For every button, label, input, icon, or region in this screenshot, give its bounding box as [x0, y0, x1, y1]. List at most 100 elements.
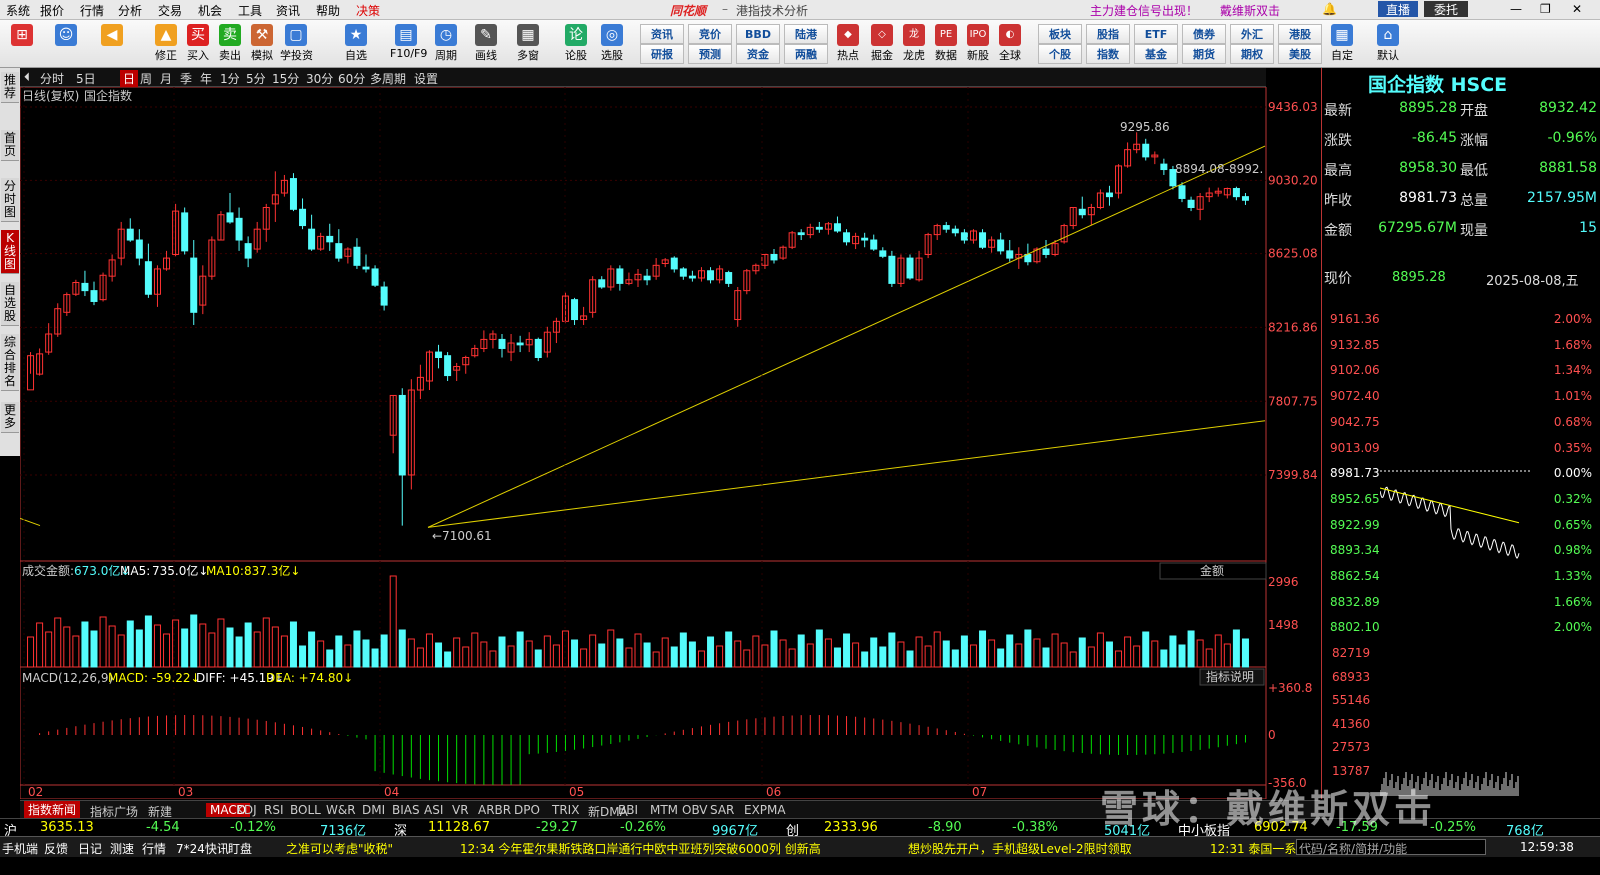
market-0[interactable]: 板块	[1038, 24, 1082, 44]
period-2[interactable]: 日	[120, 70, 139, 87]
menu-item-5[interactable]: 机会	[198, 2, 222, 19]
trendline-0[interactable]	[427, 145, 1266, 528]
toolbar-btn-11[interactable]: ✎ 画线	[470, 22, 502, 66]
live-button[interactable]: 直播	[1378, 1, 1418, 17]
market-10[interactable]: 期权	[1230, 44, 1274, 64]
toolbar-btn-4[interactable]: 买买入	[182, 22, 214, 66]
indicator-tab-10[interactable]: ASI	[424, 803, 443, 817]
left-tab-3[interactable]: K线图	[1, 230, 19, 274]
menu-item-9[interactable]: 决策	[356, 2, 380, 19]
kline-chart[interactable]: 日线(复权) 国企指数 9436.03 9030.20 8625.08 8216.86 78…	[19, 86, 1320, 800]
trendline-1[interactable]	[427, 420, 1266, 528]
status-item-3[interactable]: 测速	[110, 840, 134, 857]
status-item-2[interactable]: 日记	[78, 840, 102, 857]
indicator-tab-13[interactable]: DPO	[514, 803, 540, 817]
ticker-2[interactable]: 12:34 今年霍尔果斯铁路口岸通行中欧中亚班列突破6000列 创新高	[460, 840, 821, 857]
indicator-tab-4[interactable]: KDJ	[236, 803, 257, 817]
left-tab-0[interactable]: 推荐	[1, 72, 19, 103]
indicator-tab-8[interactable]: DMI	[362, 803, 385, 817]
menu-item-2[interactable]: 行情	[80, 2, 104, 19]
restore-icon[interactable]: ❐	[1540, 2, 1551, 16]
market-11[interactable]: 美股	[1278, 44, 1322, 64]
ticker-4[interactable]: 12:31 泰国一系	[1210, 840, 1296, 857]
bell-icon[interactable]: 🔔	[1322, 2, 1337, 16]
market-7[interactable]: 指数	[1086, 44, 1130, 64]
indicator-tab-18[interactable]: OBV	[682, 803, 708, 817]
ticker-3[interactable]: 想炒股先开户，手机超级Level-2限时领取	[908, 840, 1132, 857]
quick-7[interactable]: 两融	[784, 44, 828, 64]
status-item-4[interactable]: 行情	[142, 840, 166, 857]
period-11[interactable]: 60分	[338, 70, 365, 87]
indicator-tab-12[interactable]: ARBR	[478, 803, 511, 817]
minimize-icon[interactable]: —	[1510, 2, 1522, 16]
ticker-1[interactable]: 之准可以考虑"收税"	[286, 840, 393, 857]
quick-2[interactable]: BBD	[736, 24, 780, 44]
quick-4[interactable]: 研报	[640, 44, 684, 64]
period-0[interactable]: 分时	[40, 70, 64, 87]
menu-item-4[interactable]: 交易	[158, 2, 182, 19]
toolbar-right-btn-5[interactable]: ◐ 全球	[994, 22, 1026, 66]
toolbar-right-btn-4[interactable]: IPO 新股	[962, 22, 994, 66]
indicator-tab-20[interactable]: EXPMA	[744, 803, 786, 817]
left-tab-6[interactable]: 更多	[1, 402, 19, 433]
toolbar-btn-14[interactable]: ◎ 选股	[596, 22, 628, 66]
promo-signal[interactable]: 主力建仓信号出现！	[1090, 2, 1198, 19]
toolbar-btn-10[interactable]: ◷ 周期	[430, 22, 462, 66]
quick-1[interactable]: 竞价	[688, 24, 732, 44]
period-7[interactable]: 1分	[220, 70, 240, 87]
period-1[interactable]: 5日	[76, 70, 96, 87]
toolbar-btn-3[interactable]: ▲ 修正	[150, 22, 182, 66]
toolbar-far-btn-0[interactable]: ▦ 自定	[1326, 22, 1358, 66]
market-2[interactable]: ETF	[1134, 24, 1178, 44]
menu-item-7[interactable]: 资讯	[276, 2, 300, 19]
market-3[interactable]: 债券	[1182, 24, 1226, 44]
toolbar-right-btn-3[interactable]: PE 数据	[930, 22, 962, 66]
indicator-tab-5[interactable]: RSI	[264, 803, 284, 817]
period-13[interactable]: 设置	[414, 70, 438, 87]
indicator-tab-0[interactable]: 指数新闻	[24, 801, 81, 818]
status-item-6[interactable]: 盯盘	[228, 840, 252, 857]
toolbar-btn-8[interactable]: ★ 自选	[340, 22, 372, 66]
close-icon[interactable]: ✕	[1572, 2, 1582, 16]
indicator-tab-14[interactable]: TRIX	[552, 803, 579, 817]
period-9[interactable]: 15分	[272, 70, 299, 87]
toolbar-right-btn-2[interactable]: 龙龙虎	[898, 22, 930, 66]
toolbar-btn-6[interactable]: ⚒ 模拟	[246, 22, 278, 66]
market-5[interactable]: 港股	[1278, 24, 1322, 44]
market-9[interactable]: 期货	[1182, 44, 1226, 64]
period-3[interactable]: 周	[140, 70, 152, 87]
toolbar-btn-5[interactable]: 卖卖出	[214, 22, 246, 66]
market-6[interactable]: 个股	[1038, 44, 1082, 64]
left-tab-4[interactable]: 自选股	[1, 282, 19, 326]
left-tab-5[interactable]: 综合排名	[1, 334, 19, 391]
market-8[interactable]: 基金	[1134, 44, 1178, 64]
toolbar-btn-12[interactable]: ▦ 多窗	[512, 22, 544, 66]
toolbar-btn-9[interactable]: ▤ F10/F9	[390, 22, 427, 66]
toolbar-btn-13[interactable]: 论论股	[560, 22, 592, 66]
indicator-tab-11[interactable]: VR	[452, 803, 469, 817]
quick-6[interactable]: 资金	[736, 44, 780, 64]
indicator-tab-19[interactable]: SAR	[710, 803, 734, 817]
period-prev-icon[interactable]: ⏴	[24, 70, 30, 85]
promo-davis[interactable]: 戴维斯双击	[1220, 2, 1280, 19]
quick-5[interactable]: 预测	[688, 44, 732, 64]
quick-0[interactable]: 资讯	[640, 24, 684, 44]
menu-item-1[interactable]: 报价	[40, 2, 64, 19]
market-1[interactable]: 股指	[1086, 24, 1130, 44]
period-6[interactable]: 年	[200, 70, 212, 87]
market-4[interactable]: 外汇	[1230, 24, 1274, 44]
menu-item-8[interactable]: 帮助	[316, 2, 340, 19]
indicator-tab-9[interactable]: BIAS	[392, 803, 420, 817]
toolbar-right-btn-0[interactable]: ◆ 热点	[832, 22, 864, 66]
left-tab-1[interactable]: 首页	[1, 130, 19, 161]
period-12[interactable]: 多周期	[370, 70, 406, 87]
status-item-5[interactable]: 7*24快讯	[176, 840, 229, 857]
search-box[interactable]: 代码/名称/简拼/功能	[1296, 839, 1486, 856]
indicator-tab-7[interactable]: W&R	[326, 803, 356, 817]
menu-item-6[interactable]: 工具	[238, 2, 262, 19]
indicator-tab-6[interactable]: BOLL	[290, 803, 321, 817]
left-tab-2[interactable]: 分时图	[1, 178, 19, 222]
trade-button[interactable]: 委托	[1424, 1, 1468, 17]
toolbar-btn-7[interactable]: ▢ 学投资	[280, 22, 313, 66]
menu-item-3[interactable]: 分析	[118, 2, 142, 19]
